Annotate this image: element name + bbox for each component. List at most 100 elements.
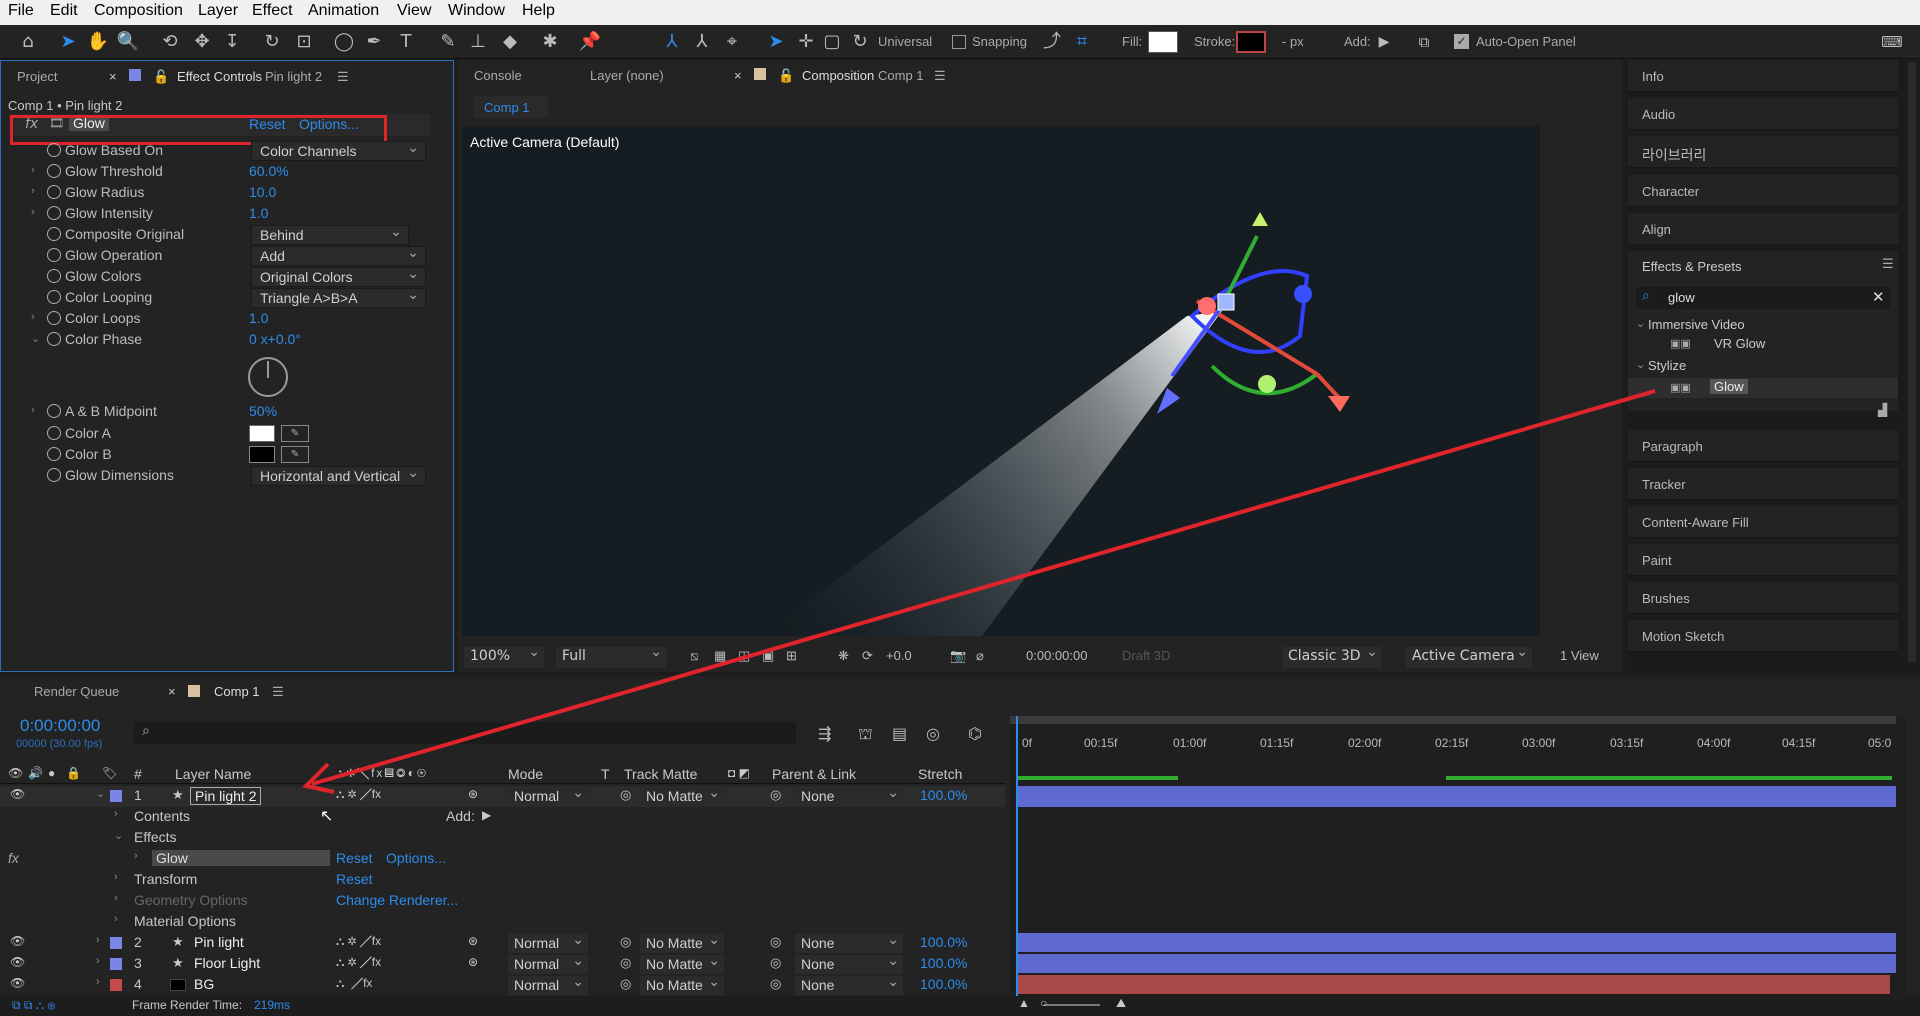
comp-viewer[interactable]: Active Camera (Default) (462, 126, 1540, 636)
rotate-3d-icon[interactable]: ↻ (848, 30, 872, 54)
viewer-timecode[interactable]: 0:00:00:00 (1026, 648, 1087, 668)
new-folder-icon[interactable]: ▟ (1878, 403, 1887, 417)
stopwatch-icon[interactable] (47, 426, 61, 440)
layer-name[interactable]: Pin light (194, 934, 244, 950)
hand-tool-icon[interactable]: ✋ (86, 30, 110, 54)
col-layer-name[interactable]: Layer Name (175, 766, 251, 782)
mode-dropdown[interactable]: Normal (508, 783, 588, 806)
y-arrow-icon[interactable] (1252, 212, 1268, 226)
clone-stamp-icon[interactable]: ⊥ (466, 30, 490, 54)
selection-tool-icon[interactable]: ➤ (56, 30, 80, 54)
zoom-out-icon[interactable]: ▲ (1018, 996, 1030, 1010)
panel-character[interactable]: Character (1628, 175, 1898, 207)
roto-brush-icon[interactable]: ✱ (538, 30, 562, 54)
stopwatch-icon[interactable] (47, 468, 61, 482)
add-play-icon[interactable]: ▶ (1372, 30, 1396, 54)
stopwatch-icon[interactable] (47, 206, 61, 220)
glow-radius-value[interactable]: 10.0 (249, 184, 276, 200)
effect-controls-layer[interactable]: Pin light 2 (265, 69, 322, 84)
effect-glow-row[interactable]: fx › Glow Reset Options... (0, 849, 1005, 870)
tab-console[interactable]: Console (474, 68, 522, 83)
local-axis-icon[interactable]: ⅄ (660, 30, 684, 54)
group-material[interactable]: › Material Options (0, 912, 1005, 933)
orbit-tool-icon[interactable]: ⟲ (158, 30, 182, 54)
ab-midpoint-value[interactable]: 50% (249, 403, 277, 419)
expand-arrow-icon[interactable]: › (96, 976, 100, 988)
group-contents[interactable]: › Contents Add: ▶ (0, 807, 1005, 828)
snap-icon[interactable]: ⤴ (1040, 30, 1064, 54)
expand-arrow-icon[interactable]: › (31, 404, 35, 416)
stroke-swatch[interactable] (1236, 31, 1266, 53)
layer-switches[interactable]: ⛬ ✲ ╱fx (336, 955, 381, 970)
close-tab-icon[interactable]: × (109, 69, 117, 84)
snapshot-icon[interactable]: 📷 (950, 648, 966, 668)
lock-icon[interactable]: 🔓 (778, 68, 794, 84)
world-axis-icon[interactable]: ⅄ (690, 30, 714, 54)
3d-layer-icon[interactable]: ⊛ (468, 787, 478, 801)
draft-3d-toggle[interactable]: Draft 3D (1122, 648, 1170, 668)
pick-whip-icon[interactable]: ◎ (770, 955, 781, 971)
panel-align[interactable]: Align (1628, 213, 1898, 245)
stretch-value[interactable]: 100.0% (920, 787, 967, 803)
menu-view[interactable]: View (397, 2, 431, 20)
expand-arrow-icon[interactable]: › (31, 206, 35, 218)
menu-layer[interactable]: Layer (198, 2, 238, 20)
effect-vr-glow[interactable]: VR Glow (1714, 336, 1765, 351)
layer-label-color[interactable] (110, 979, 122, 991)
rotate-tool-icon[interactable]: ↻ (260, 30, 284, 54)
camera-view-dropdown[interactable]: Active Camera ... (1406, 643, 1532, 682)
close-tab-icon[interactable]: × (734, 68, 742, 83)
layer-switches[interactable]: ⛬ ✲ ╱fx (336, 787, 381, 802)
panel-brushes[interactable]: Brushes (1628, 582, 1898, 614)
snapping-checkbox[interactable] (952, 35, 966, 49)
resolution-dropdown[interactable]: Full (556, 643, 666, 668)
parent-dropdown[interactable]: None (795, 972, 903, 995)
zoom-dropdown[interactable]: 100% (464, 643, 544, 668)
color-a-swatch[interactable] (249, 425, 275, 442)
draft-3d-icon[interactable]: ⛫ (858, 724, 873, 745)
panel-motion-sketch[interactable]: Motion Sketch (1628, 620, 1898, 652)
expand-arrow-icon[interactable]: › (114, 913, 118, 925)
scale-3d-icon[interactable]: ▢ (820, 30, 844, 54)
glow-intensity-value[interactable]: 1.0 (249, 205, 268, 221)
comp-tab-name[interactable]: Comp 1 (878, 68, 924, 83)
glow-dimensions-dropdown[interactable]: Horizontal and Vertical (251, 463, 426, 486)
fx-icon[interactable]: fx (8, 850, 19, 866)
label-tag-icon[interactable]: 🏷 (102, 766, 117, 780)
group-geometry[interactable]: › Geometry Options Change Renderer... (0, 891, 1005, 912)
panel-libraries[interactable]: 라이브러리 (1628, 136, 1898, 168)
panel-menu-icon[interactable]: ☰ (337, 69, 349, 85)
move-3d-icon[interactable]: ✛ (794, 30, 818, 54)
menu-composition[interactable]: Composition (94, 2, 183, 20)
lock-icon[interactable]: 🔓 (153, 69, 169, 85)
group-immersive-video[interactable]: Immersive Video (1648, 317, 1745, 332)
stopwatch-icon[interactable] (47, 269, 61, 283)
expand-arrow-icon[interactable]: › (31, 311, 35, 323)
effect-glow[interactable]: Glow (1710, 379, 1748, 394)
workspace-menu-icon[interactable]: ⌨ (1880, 30, 1904, 54)
puppet-pin-icon[interactable]: 📌 (578, 30, 602, 54)
track-matte-dropdown[interactable]: No Matte (640, 783, 724, 806)
playhead[interactable] (1016, 716, 1018, 996)
stopwatch-icon[interactable] (47, 164, 61, 178)
panel-toggle-icon[interactable]: ⧉ (1412, 30, 1436, 54)
grid-snap-icon[interactable]: ⌗ (1070, 30, 1094, 54)
expand-arrow-icon[interactable]: › (114, 871, 118, 883)
tab-render-queue[interactable]: Render Queue (34, 684, 119, 699)
shy-layers-icon[interactable]: ▤ (892, 724, 907, 743)
layer-row-4[interactable]: 👁 › 4 BG ⛬ ╱fx Normal ◎ No Matte ◎ None … (0, 972, 1005, 996)
color-loops-value[interactable]: 1.0 (249, 310, 268, 326)
tab-comp-1[interactable]: Comp 1 (214, 684, 260, 699)
parent-dropdown[interactable]: None (795, 783, 903, 806)
current-timecode[interactable]: 0:00:00:00 (20, 716, 100, 736)
visibility-eye-icon[interactable]: 👁 (10, 934, 25, 948)
stopwatch-icon[interactable] (47, 227, 61, 241)
stopwatch-icon[interactable] (47, 248, 61, 262)
home-icon[interactable]: ⌂ (16, 30, 40, 54)
solo-switch-icon[interactable]: ● (48, 766, 55, 780)
effect-glow-row[interactable]: ▣▣ Glow (1628, 378, 1898, 398)
view-layout-dropdown[interactable]: 1 View (1560, 648, 1599, 668)
transform-reset-link[interactable]: Reset (336, 871, 373, 887)
panel-audio[interactable]: Audio (1628, 98, 1898, 130)
layer-label-color[interactable] (110, 790, 122, 802)
